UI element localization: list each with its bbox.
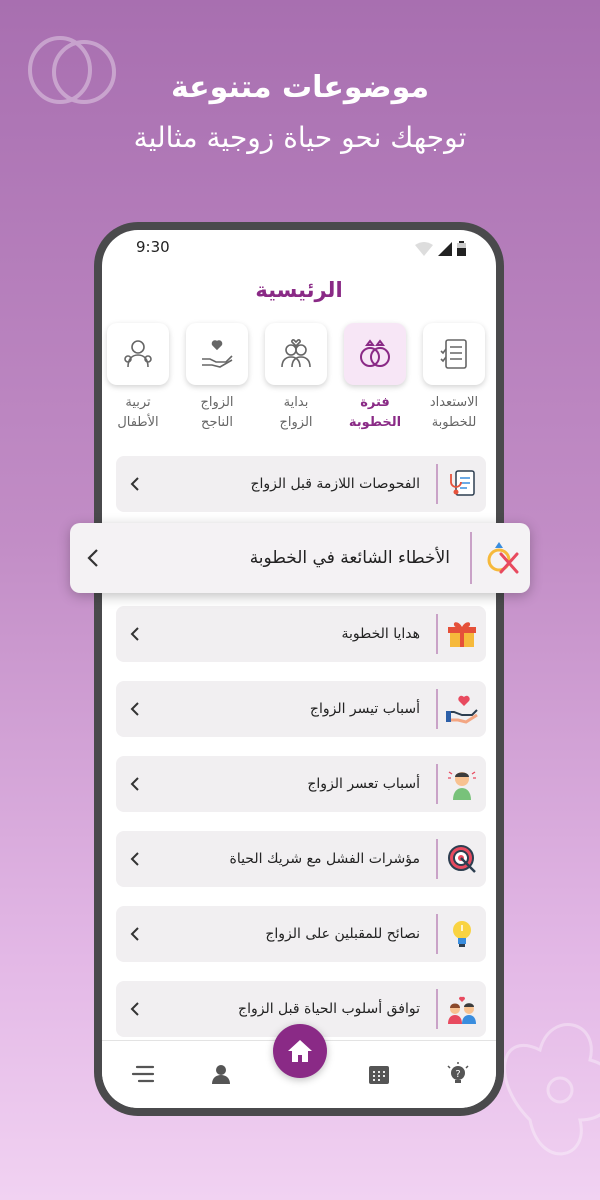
- topic-engagement-gifts[interactable]: هدايا الخطوبة: [116, 606, 486, 662]
- promo-title: موضوعات متنوعة: [170, 70, 430, 105]
- category-tab-engagement[interactable]: فترة الخطوبة: [343, 323, 407, 433]
- topic-label: أسباب تعسر الزواج: [307, 776, 420, 792]
- tips-icon[interactable]: ?: [443, 1059, 473, 1089]
- lightbulb-icon: [453, 921, 471, 947]
- topic-label: مؤشرات الفشل مع شريك الحياة: [229, 851, 420, 867]
- topic-medical-checks[interactable]: الفحوصات اللازمة قبل الزواج: [116, 456, 486, 512]
- topic-label: أسباب تيسر الزواج: [309, 701, 420, 717]
- family-icon: [124, 340, 152, 368]
- medical-check-icon: [450, 470, 475, 496]
- category-label: بداية: [283, 395, 309, 410]
- app-screen: 9:30 الرئيسية الاستعداد للخطوبة فترة الخ…: [102, 230, 496, 1108]
- status-time: 9:30: [136, 238, 170, 256]
- topic-difficulty-factors[interactable]: أسباب تعسر الزواج: [116, 756, 486, 812]
- topic-label: توافق أسلوب الحياة قبل الزواج: [238, 1001, 420, 1017]
- topic-label: الفحوصات اللازمة قبل الزواج: [250, 476, 420, 492]
- wifi-icon: [415, 241, 433, 256]
- gift-icon: [448, 622, 476, 647]
- category-tab-beginning[interactable]: بداية الزواج: [264, 323, 328, 433]
- home-icon: [288, 1040, 312, 1062]
- signal-icon: [438, 241, 452, 256]
- category-label: الزواج: [200, 395, 234, 410]
- worried-person-icon: [448, 771, 476, 800]
- home-button[interactable]: [273, 1024, 327, 1078]
- ring-cross-icon: [487, 542, 519, 574]
- topic-label: هدايا الخطوبة: [341, 626, 420, 642]
- chevron-left-icon: [116, 627, 154, 641]
- chevron-left-icon: [116, 477, 154, 491]
- heart-hand-icon: [446, 695, 478, 724]
- chevron-left-icon: [116, 702, 154, 716]
- category-label: الناجح: [201, 415, 233, 430]
- heart-hands-icon: [202, 340, 233, 368]
- broken-target-icon: [448, 845, 476, 873]
- category-label: الزواج: [279, 415, 313, 430]
- category-tabs: الاستعداد للخطوبة فترة الخطوبة بداية الزواج: [102, 323, 496, 443]
- rings-icon: [360, 339, 390, 367]
- category-label: الأطفال: [117, 415, 159, 430]
- chevron-left-icon: [116, 777, 154, 791]
- category-label: الاستعداد: [429, 395, 479, 410]
- featured-topic-common-mistakes[interactable]: الأخطاء الشائعة في الخطوبة: [70, 523, 530, 593]
- category-tab-preparation[interactable]: الاستعداد للخطوبة: [422, 323, 486, 433]
- topic-label: نصائح للمقبلين على الزواج: [265, 926, 420, 942]
- calendar-icon[interactable]: [364, 1059, 394, 1089]
- category-tab-successful-marriage[interactable]: الزواج الناجح: [185, 323, 249, 433]
- category-tab-parenting[interactable]: تربية الأطفال: [106, 323, 170, 433]
- chevron-left-icon: [116, 852, 154, 866]
- chevron-left-icon: [116, 1002, 154, 1016]
- category-label: الخطوبة: [348, 415, 402, 430]
- profile-icon[interactable]: [206, 1059, 236, 1089]
- phone-frame: 9:30 الرئيسية الاستعداد للخطوبة فترة الخ…: [94, 222, 504, 1116]
- topic-failure-indicators[interactable]: مؤشرات الفشل مع شريك الحياة: [116, 831, 486, 887]
- status-bar: 9:30: [102, 238, 496, 258]
- battery-icon: [457, 241, 466, 256]
- menu-icon[interactable]: [128, 1059, 158, 1089]
- svg-text:?: ?: [455, 1069, 460, 1080]
- promo-headline: موضوعات متنوعة توجهك نحو حياة زوجية مثال…: [0, 66, 600, 164]
- couple-heart-icon: [448, 996, 476, 1024]
- chevron-left-icon: [70, 549, 116, 567]
- chevron-left-icon: [116, 927, 154, 941]
- category-label: للخطوبة: [431, 415, 477, 430]
- featured-topic-label: الأخطاء الشائعة في الخطوبة: [249, 548, 450, 568]
- category-label: فترة: [360, 395, 390, 410]
- category-label: تربية: [125, 395, 151, 410]
- couple-icon: [281, 339, 311, 368]
- promo-subtitle: توجهك نحو حياة زوجية مثالية: [133, 121, 467, 154]
- topic-advice[interactable]: نصائح للمقبلين على الزواج: [116, 906, 486, 962]
- topic-ease-factors[interactable]: أسباب تيسر الزواج: [116, 681, 486, 737]
- page-title: الرئيسية: [255, 278, 343, 302]
- checklist-icon: [440, 339, 467, 369]
